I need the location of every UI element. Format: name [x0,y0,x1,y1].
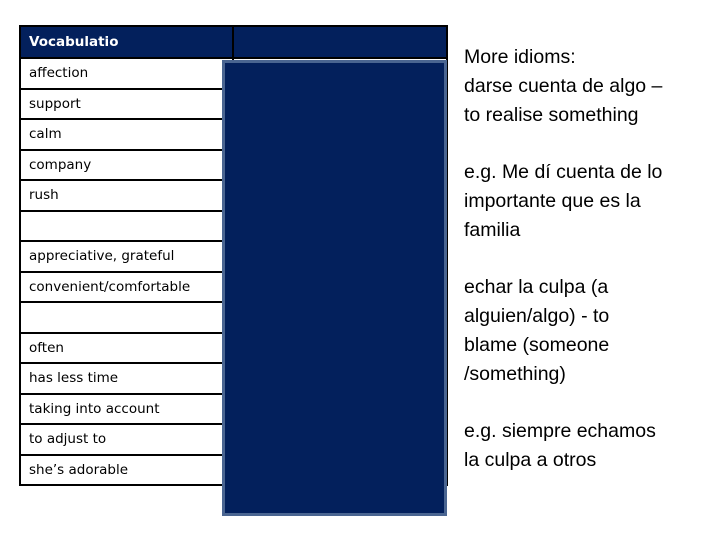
idiom-line: la culpa a otros [464,449,597,471]
header-cell-translation [232,25,448,59]
table-header-row: Vocabulatio [19,25,448,59]
idiom-line: alguien/algo) - to [464,305,610,327]
english-cell: appreciative, grateful [19,240,234,273]
idiom-line: familia [464,219,521,241]
idiom-line: e.g. siempre echamos [464,420,656,442]
english-cell: company [19,148,234,181]
idiom-block-echar-la-culpa: echar la culpa (a alguien/algo) - to bla… [464,273,704,389]
idiom-line: importante que es la [464,190,641,212]
idiom-line: /something) [464,363,566,385]
idiom-line: e.g. Me dí cuenta de lo [464,161,663,183]
english-cell: rush [19,179,234,212]
idiom-line: to realise something [464,104,639,126]
english-cell: she’s adorable [19,453,234,486]
answer-cover-box[interactable] [222,60,447,516]
english-cell: often [19,331,234,364]
idiom-block-intro: More idioms: darse cuenta de algo – to r… [464,43,704,130]
idiom-line: darse cuenta de algo – [464,75,663,97]
idiom-block-example-2: e.g. siempre echamos la culpa a otros [464,417,704,475]
english-cell: support [19,87,234,120]
idiom-block-example-1: e.g. Me dí cuenta de lo importante que e… [464,158,704,245]
english-cell [19,301,234,334]
idiom-line: echar la culpa (a [464,276,609,298]
english-cell: convenient/comfortable [19,270,234,303]
english-cell [19,209,234,242]
english-cell: taking into account [19,392,234,425]
idiom-line: More idioms: [464,46,576,68]
english-cell: has less time [19,362,234,395]
english-cell: to adjust to [19,423,234,456]
idiom-line: blame (someone [464,334,610,356]
english-cell: affection [19,57,234,90]
header-cell-vocabulary: Vocabulatio [19,25,234,59]
english-cell: calm [19,118,234,151]
